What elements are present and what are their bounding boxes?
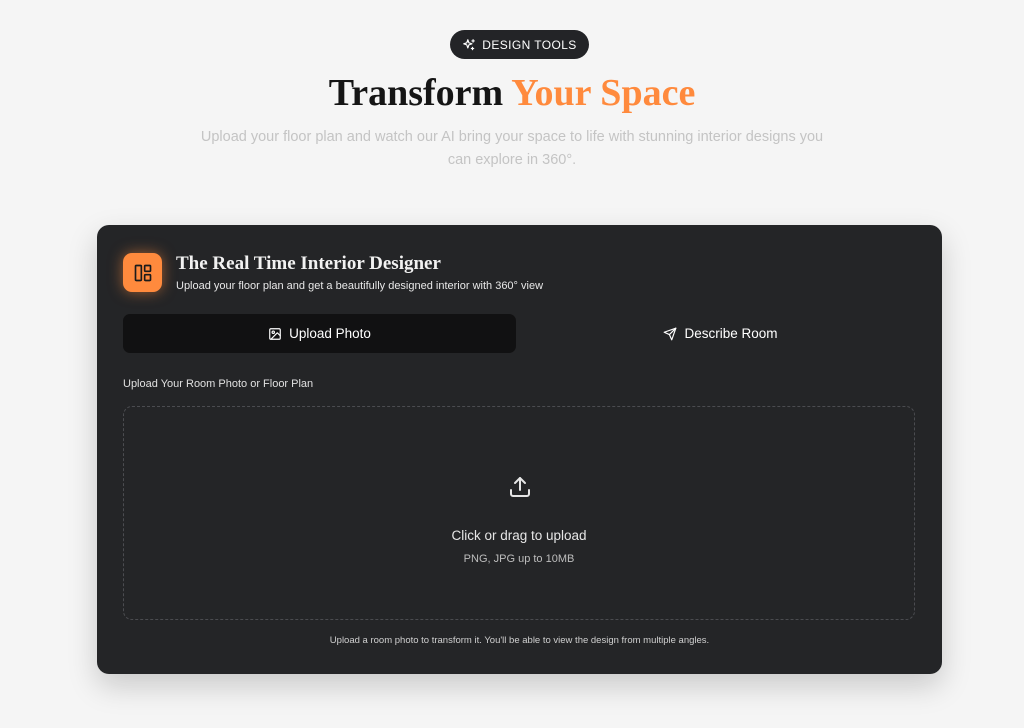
tab-upload-photo[interactable]: Upload Photo xyxy=(123,314,516,353)
upload-section-label: Upload Your Room Photo or Floor Plan xyxy=(123,378,314,390)
interior-designer-card: The Real Time Interior Designer Upload y… xyxy=(97,225,942,674)
sparkles-icon xyxy=(463,38,476,50)
page-subtitle: Upload your floor plan and watch our AI … xyxy=(200,129,824,168)
upload-dropzone[interactable]: Click or drag to upload PNG, JPG up to 1… xyxy=(123,406,915,620)
send-icon xyxy=(664,327,677,340)
tab-upload-photo-label: Upload Photo xyxy=(289,326,371,341)
upload-footnote: Upload a room photo to transform it. You… xyxy=(329,635,710,646)
upload-icon xyxy=(510,477,530,497)
page-title: Transform Your Space xyxy=(0,70,1024,116)
card-subtitle: Upload your floor plan and get a beautif… xyxy=(176,280,544,292)
design-tools-badge: DESIGN TOOLS xyxy=(450,30,589,59)
badge-label: DESIGN TOOLS xyxy=(482,37,577,52)
dropzone-hint: PNG, JPG up to 10MB xyxy=(463,553,575,565)
title-part-your-space: Your Space xyxy=(511,72,696,114)
tab-describe-room[interactable]: Describe Room xyxy=(524,314,917,353)
layout-grid-icon xyxy=(134,264,151,281)
tab-describe-room-label: Describe Room xyxy=(684,326,778,341)
card-title: The Real Time Interior Designer xyxy=(176,253,441,274)
title-part-transform: Transform xyxy=(328,72,512,114)
image-icon xyxy=(269,327,281,340)
dropzone-title: Click or drag to upload xyxy=(451,528,587,543)
app-logo xyxy=(123,253,162,292)
